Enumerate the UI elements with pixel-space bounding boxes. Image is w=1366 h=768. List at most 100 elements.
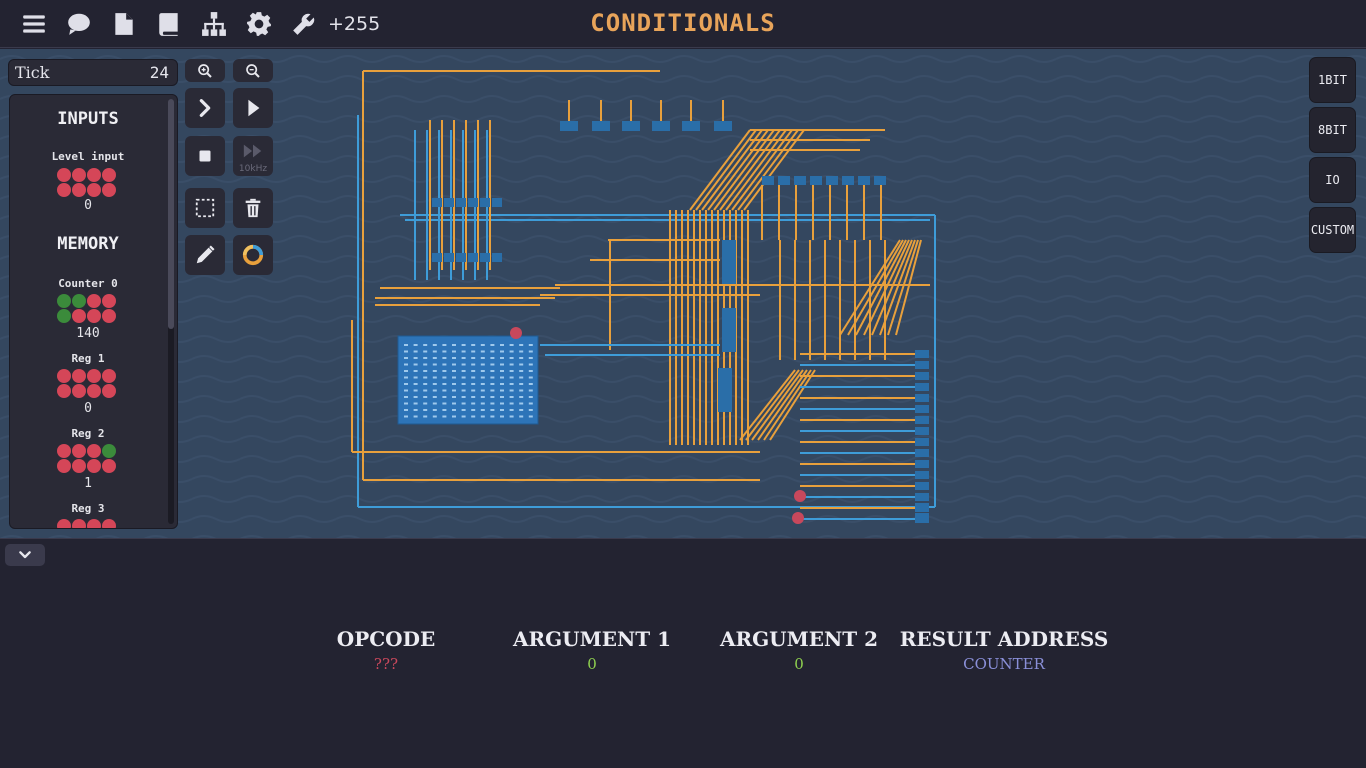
memory-cell[interactable] [480,383,485,385]
memory-cell[interactable] [461,357,466,359]
memory-cell[interactable] [490,409,495,411]
memory-cell[interactable] [480,357,485,359]
component-panel[interactable]: INPUTS Level input 0 MEMORY Counter 0 14… [9,94,178,529]
memory-cell[interactable] [432,389,437,392]
memory-cell[interactable] [413,409,418,411]
component[interactable] [722,240,736,284]
memory-cell[interactable] [432,357,437,359]
memory-cell[interactable] [490,344,495,346]
register[interactable] [915,361,929,369]
memory-cell[interactable] [480,409,485,411]
memory-cell[interactable] [461,409,466,411]
component-1bit-button[interactable]: 1BIT [1309,57,1356,103]
memory-cell[interactable] [461,363,466,366]
memory-cell[interactable] [471,370,476,372]
memory-cell[interactable] [509,415,514,418]
register[interactable] [915,503,929,511]
memory-cell[interactable] [519,363,524,366]
memory-cell[interactable] [442,409,447,411]
memory-cell[interactable] [471,363,476,366]
register[interactable] [915,482,929,490]
memory-cell[interactable] [413,357,418,359]
memory-cell[interactable] [509,409,514,411]
memory-cell[interactable] [432,409,437,411]
memory-cell[interactable] [490,357,495,359]
logic-gate[interactable] [622,121,640,131]
memory-cell[interactable] [452,415,456,418]
memory-cell[interactable] [490,396,495,398]
memory-cell[interactable] [452,350,456,353]
zoom-out-button[interactable] [233,59,273,82]
memory-cell[interactable] [432,415,437,418]
memory-cell[interactable] [452,402,456,405]
memory-cell[interactable] [423,344,428,346]
logic-gate[interactable] [794,176,806,185]
memory-cell[interactable] [452,370,456,372]
logic-gate[interactable] [560,121,578,131]
memory-cell[interactable] [500,363,504,366]
memory-cell[interactable] [432,350,437,353]
register[interactable] [915,416,929,424]
memory-cell[interactable] [413,389,418,392]
memory-cell[interactable] [528,396,533,398]
logic-gate[interactable] [432,198,442,207]
register[interactable] [915,372,929,380]
memory-cell[interactable] [423,383,428,385]
memory-cell[interactable] [452,409,456,411]
memory-cell[interactable] [500,383,504,385]
memory-cell[interactable] [471,409,476,411]
memory-cell[interactable] [519,396,524,398]
logic-gate[interactable] [456,253,466,262]
register[interactable] [915,449,929,457]
memory-cell[interactable] [432,370,437,372]
wrench-icon[interactable] [288,8,320,40]
memory-cell[interactable] [471,396,476,398]
memory-cell[interactable] [452,396,456,398]
memory-cell[interactable] [490,376,495,379]
memory-cell[interactable] [480,396,485,398]
logic-gate[interactable] [432,253,442,262]
logic-gate[interactable] [652,121,670,131]
memory-cell[interactable] [519,383,524,385]
logic-gate[interactable] [444,198,454,207]
memory-cell[interactable] [404,383,408,385]
memory-cell[interactable] [423,363,428,366]
logic-gate[interactable] [858,176,870,185]
memory-cell[interactable] [404,409,408,411]
memory-cell[interactable] [471,344,476,346]
memory-cell[interactable] [432,376,437,379]
memory-cell[interactable] [404,357,408,359]
stop-button[interactable] [185,136,225,176]
register[interactable] [915,427,929,435]
memory-cell[interactable] [490,389,495,392]
logic-gate[interactable] [842,176,854,185]
register[interactable] [915,438,929,446]
memory-cell[interactable] [528,389,533,392]
memory-cell[interactable] [404,376,408,379]
memory-cell[interactable] [404,415,408,418]
memory-cell[interactable] [413,370,418,372]
memory-cell[interactable] [500,396,504,398]
memory-cell[interactable] [442,370,447,372]
memory-cell[interactable] [528,376,533,379]
memory-cell[interactable] [519,370,524,372]
gear-icon[interactable] [243,8,275,40]
logic-gate[interactable] [714,121,732,131]
memory-cell[interactable] [432,383,437,385]
register[interactable] [915,383,929,391]
memory-cell[interactable] [423,350,428,353]
memory-cell[interactable] [500,357,504,359]
delete-button[interactable] [233,188,273,228]
memory-cell[interactable] [509,370,514,372]
logic-gate[interactable] [592,121,610,131]
memory-cell[interactable] [432,402,437,405]
logic-gate[interactable] [874,176,886,185]
memory-cell[interactable] [461,376,466,379]
memory-cell[interactable] [471,357,476,359]
memory-cell[interactable] [490,350,495,353]
book-icon[interactable] [153,8,185,40]
memory-cell[interactable] [528,402,533,405]
memory-cell[interactable] [500,415,504,418]
memory-cell[interactable] [432,396,437,398]
panel-scroll-thumb[interactable] [168,99,174,329]
